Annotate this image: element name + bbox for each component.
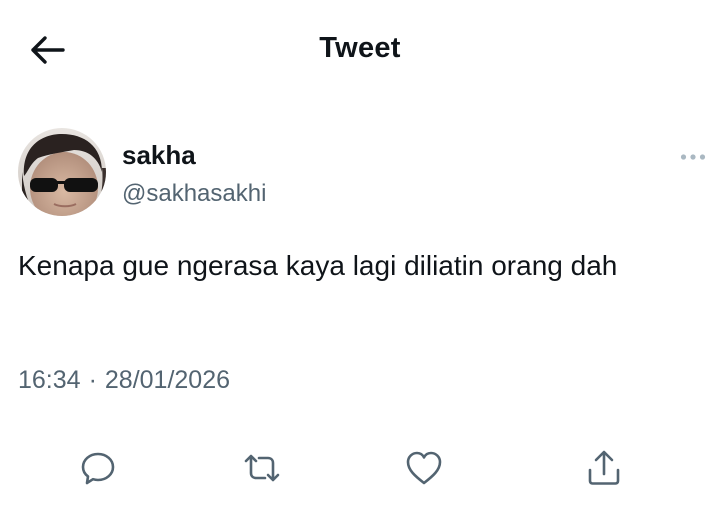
page-title: Tweet [319, 32, 401, 64]
share-icon [584, 448, 624, 488]
share-button[interactable] [580, 444, 628, 492]
more-options-button[interactable] [676, 146, 710, 168]
author-display-name[interactable]: sakha [122, 140, 196, 171]
more-horizontal-icon [680, 153, 706, 161]
reply-icon [78, 448, 118, 488]
reply-button[interactable] [74, 444, 122, 492]
like-button[interactable] [400, 444, 448, 492]
meta-separator: · [88, 366, 97, 394]
tweet-date: 28/01/2026 [104, 366, 231, 394]
tweet-text: Kenapa gue ngerasa kaya lagi diliatin or… [18, 250, 618, 281]
retweet-button[interactable] [238, 444, 286, 492]
retweet-icon [241, 448, 283, 488]
like-icon [404, 449, 444, 487]
tweet-time: 16:34 [18, 366, 81, 394]
action-bar [0, 440, 720, 496]
avatar[interactable] [18, 128, 106, 216]
author-username[interactable]: @sakhasakhi [122, 180, 266, 208]
top-bar: Tweet [0, 0, 720, 100]
tweet-timestamp: 16:34 · 28/01/2026 [18, 366, 230, 395]
